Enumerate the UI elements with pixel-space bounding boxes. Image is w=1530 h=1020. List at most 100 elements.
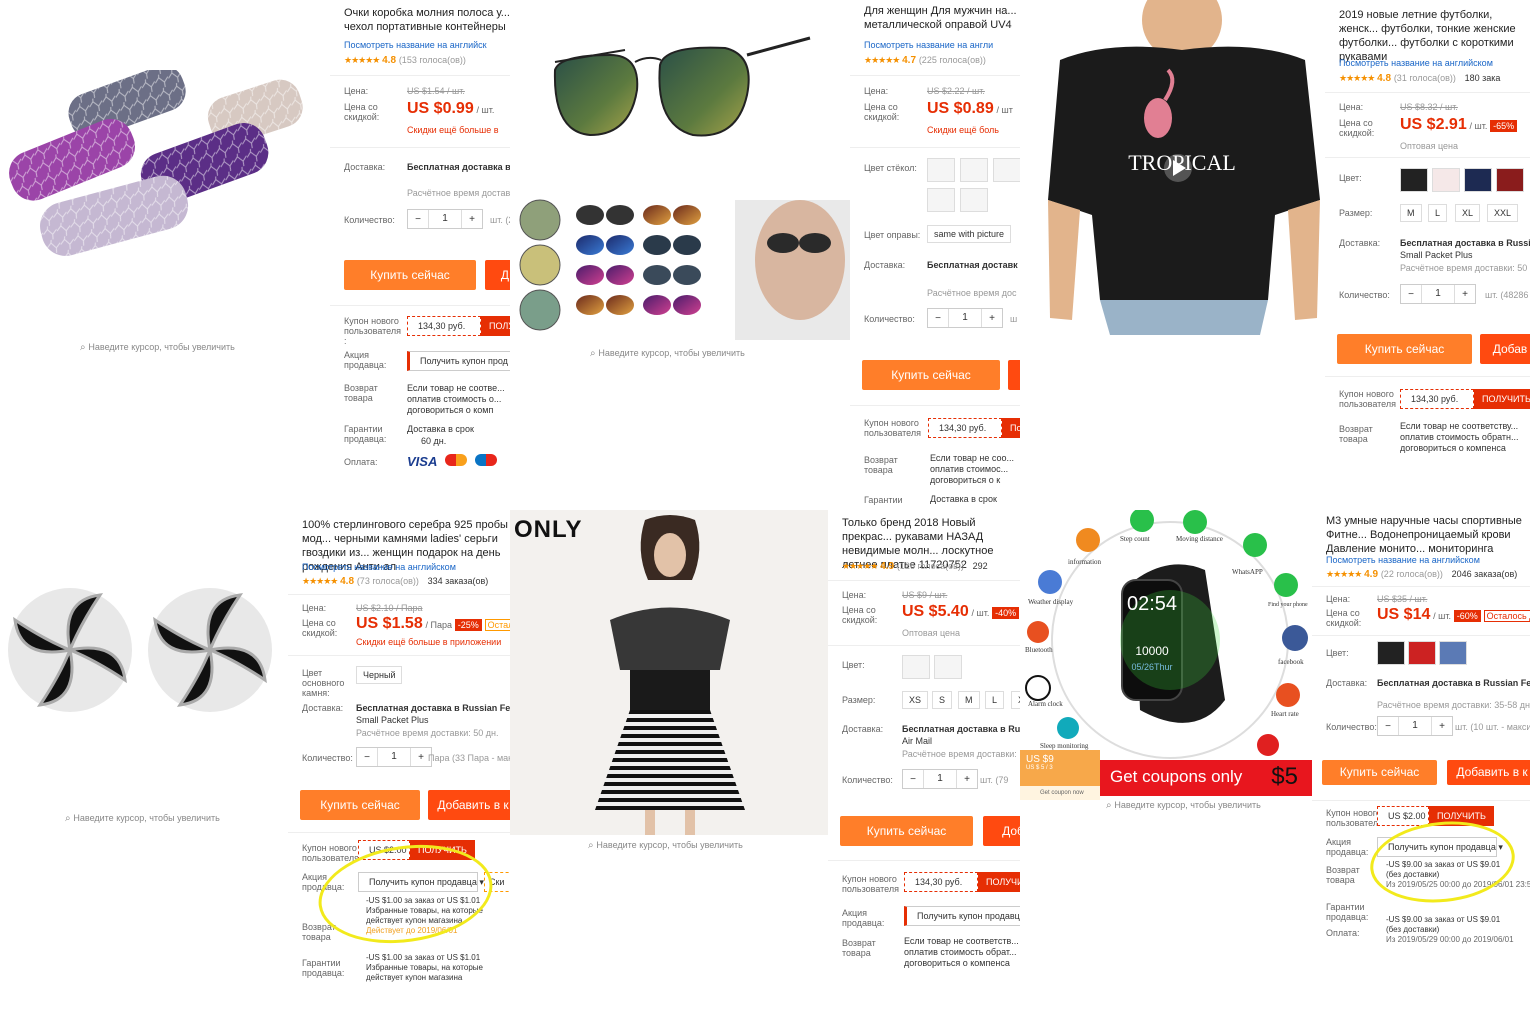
delivery-service[interactable]: Small Packet Plus bbox=[1400, 250, 1473, 260]
buy-now-button[interactable]: Купить сейчас bbox=[840, 816, 973, 846]
increase-button[interactable]: + bbox=[957, 774, 977, 785]
wholesale-price[interactable]: Оптовая цена bbox=[1400, 141, 1458, 151]
buy-now-button[interactable]: Купить сейчас bbox=[1337, 334, 1472, 364]
get-coupon-button[interactable]: ПОЛУ bbox=[481, 316, 510, 336]
app-discount-link[interactable]: Скидки ещё боль bbox=[927, 125, 999, 135]
lens-swatch-2[interactable] bbox=[960, 158, 988, 182]
add-to-cart-button[interactable] bbox=[1008, 360, 1020, 390]
decrease-button[interactable]: − bbox=[903, 774, 923, 785]
size-option[interactable]: X bbox=[1011, 691, 1020, 709]
wholesale-price[interactable]: Оптовая цена bbox=[902, 628, 960, 638]
translate-link[interactable]: Посмотреть название на английск bbox=[344, 40, 487, 50]
review-count[interactable]: (225 голоса(ов)) bbox=[919, 55, 986, 65]
size-option[interactable]: M bbox=[958, 691, 980, 709]
color-swatch-black[interactable] bbox=[1400, 168, 1428, 192]
add-to-cart-button[interactable]: Добав bbox=[1480, 334, 1530, 364]
delivery-method[interactable]: Бесплатная доставка в Russian Federat bbox=[1377, 678, 1530, 688]
add-to-cart-button[interactable]: Д bbox=[485, 260, 510, 290]
decrease-button[interactable]: − bbox=[408, 214, 428, 225]
size-option[interactable]: XL bbox=[1455, 204, 1481, 222]
product-title[interactable]: Для женщин Для мужчин на... металлическо… bbox=[864, 4, 1020, 32]
review-count[interactable]: (73 голоса(ов)) bbox=[357, 576, 419, 586]
quantity-value[interactable]: 1 bbox=[923, 770, 957, 788]
seller-coupon-dropdown[interactable]: Получить купон прод bbox=[407, 351, 510, 371]
delivery-method[interactable]: Бесплатная доставка в Russian Federa bbox=[356, 703, 510, 713]
quantity-value[interactable]: 1 bbox=[1421, 285, 1455, 303]
delivery-method[interactable]: Бесплатная доставка в bbox=[407, 162, 510, 172]
size-option[interactable]: XS bbox=[902, 691, 929, 709]
review-count[interactable]: (22 голоса(ов)) bbox=[1381, 569, 1443, 579]
size-option[interactable]: M bbox=[1400, 204, 1422, 222]
stone-color-option[interactable]: Черный bbox=[356, 666, 403, 684]
lens-swatch-4[interactable] bbox=[927, 188, 955, 212]
review-count[interactable]: (126 голоса(ов)) bbox=[897, 561, 964, 571]
product-title[interactable]: M3 умные наручные часы спортивные Фитне.… bbox=[1326, 514, 1530, 556]
quantity-stepper[interactable]: −1 + bbox=[407, 209, 483, 229]
get-coupon-button[interactable]: ПОЛУЧИ bbox=[978, 872, 1020, 892]
lens-swatch-3[interactable] bbox=[993, 158, 1020, 182]
quantity-value[interactable]: 1 bbox=[377, 748, 411, 766]
increase-button[interactable]: + bbox=[982, 313, 1002, 324]
buy-now-button[interactable]: Купить сейчас bbox=[1322, 760, 1437, 785]
decrease-button[interactable]: − bbox=[1378, 721, 1398, 732]
size-option[interactable]: L bbox=[1428, 204, 1448, 222]
quantity-stepper[interactable]: −1 + bbox=[1377, 716, 1453, 736]
quantity-value[interactable]: 1 bbox=[1398, 717, 1432, 735]
delivery-method[interactable]: Бесплатная доставка в Rus bbox=[902, 724, 1020, 734]
product-image-tshirt[interactable]: TROPICAL bbox=[1040, 0, 1325, 340]
add-to-cart-button[interactable]: Добавить в к bbox=[428, 790, 510, 820]
decrease-button[interactable]: − bbox=[357, 752, 377, 763]
translate-link[interactable]: Посмотреть название на английском bbox=[302, 562, 456, 572]
product-image-earrings[interactable] bbox=[0, 580, 290, 780]
product-image-sunglasses[interactable] bbox=[515, 0, 850, 340]
decrease-button[interactable]: − bbox=[1401, 289, 1421, 300]
size-option[interactable]: XXL bbox=[1487, 204, 1519, 222]
delivery-method[interactable]: Бесплатная доставка в Russia bbox=[1400, 238, 1530, 248]
quantity-stepper[interactable]: −1 + bbox=[927, 308, 1003, 328]
color-swatch-pattern[interactable] bbox=[1439, 641, 1467, 665]
decrease-button[interactable]: − bbox=[928, 313, 948, 324]
color-swatch-2[interactable] bbox=[934, 655, 962, 679]
app-discount-link[interactable]: Скидки ещё больше в приложении bbox=[356, 637, 501, 647]
buy-now-button[interactable]: Купить сейчас bbox=[862, 360, 1000, 390]
size-option[interactable]: L bbox=[985, 691, 1005, 709]
increase-button[interactable]: + bbox=[1432, 721, 1452, 732]
guarantee-delivery[interactable]: Доставка в срок bbox=[407, 424, 474, 434]
product-image-dress[interactable]: ONLY bbox=[510, 510, 830, 835]
quantity-value[interactable]: 1 bbox=[948, 309, 982, 327]
color-swatch-black[interactable] bbox=[1377, 641, 1405, 665]
buy-now-button[interactable]: Купить сейчас bbox=[300, 790, 420, 820]
delivery-service[interactable]: Air Mail bbox=[902, 736, 932, 746]
product-image-glasses-case[interactable] bbox=[0, 70, 330, 290]
seller-coupon-dropdown[interactable]: Получить купон продавца bbox=[904, 906, 1020, 926]
increase-button[interactable]: + bbox=[1455, 289, 1475, 300]
product-image-smartwatch[interactable]: 02:54 10000 05/26Thur Step count Moving … bbox=[1020, 510, 1312, 800]
color-swatch-1[interactable] bbox=[902, 655, 930, 679]
delivery-service[interactable]: Small Packet Plus bbox=[356, 715, 429, 725]
color-swatch-navy[interactable] bbox=[1464, 168, 1492, 192]
get-coupon-button[interactable]: По bbox=[1002, 418, 1020, 438]
translate-link[interactable]: Посмотреть название на английском bbox=[1339, 58, 1493, 68]
frame-color-option[interactable]: same with picture bbox=[927, 225, 1012, 243]
guarantee-delivery[interactable]: Доставка в срок bbox=[930, 494, 997, 504]
color-swatch-red[interactable] bbox=[1496, 168, 1524, 192]
product-title[interactable]: 2019 новые летние футболки, женск... фут… bbox=[1339, 8, 1530, 64]
quantity-stepper[interactable]: −1 + bbox=[1400, 284, 1476, 304]
review-count[interactable]: (153 голоса(ов)) bbox=[399, 55, 466, 65]
lens-swatch-5[interactable] bbox=[960, 188, 988, 212]
delivery-method[interactable]: Бесплатная доставк bbox=[927, 260, 1018, 270]
size-option[interactable]: S bbox=[932, 691, 953, 709]
color-swatch-red[interactable] bbox=[1408, 641, 1436, 665]
lens-swatch-1[interactable] bbox=[927, 158, 955, 182]
translate-link[interactable]: Посмотреть название на английском bbox=[1326, 555, 1480, 565]
mini-price-card[interactable]: US $9 US $ 5 / 3 Get coupon now bbox=[1020, 750, 1100, 800]
add-to-cart-button[interactable]: Добавить в к bbox=[1447, 760, 1530, 785]
buy-now-button[interactable]: Купить сейчас bbox=[344, 260, 476, 290]
app-discount-link[interactable]: Скидки ещё больше в bbox=[407, 125, 499, 135]
quantity-value[interactable]: 1 bbox=[428, 210, 462, 228]
product-title[interactable]: Очки коробка молния полоса у... чехол по… bbox=[344, 6, 510, 34]
get-coupon-button[interactable]: ПОЛУЧИТЬ bbox=[1474, 389, 1530, 409]
increase-button[interactable]: + bbox=[462, 214, 482, 225]
coupon-banner[interactable]: Get coupons only $5 bbox=[1100, 760, 1312, 796]
add-to-cart-button[interactable]: Доб bbox=[983, 816, 1020, 846]
